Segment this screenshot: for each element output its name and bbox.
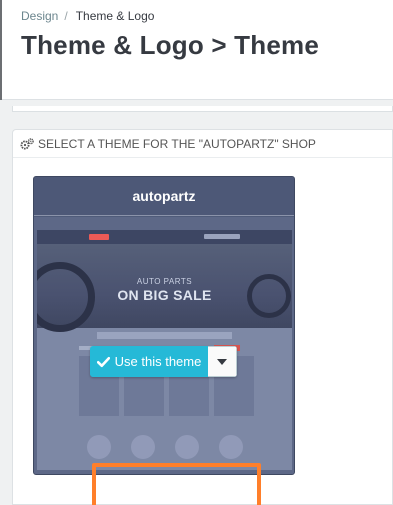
theme-selection-panel: SELECT A THEME FOR THE "AUTOPARTZ" SHOP … [12, 129, 393, 505]
breadcrumb: Design / Theme & Logo [21, 9, 154, 23]
page-header: Design / Theme & Logo Theme & Logo > Theme [0, 0, 393, 100]
preview-site-logo [89, 234, 109, 240]
preview-hero-title: ON BIG SALE [117, 287, 212, 303]
preview-product-thumbnails [87, 435, 247, 459]
preview-hero-banner: AUTO PARTS ON BIG SALE [37, 244, 292, 332]
page-title: Theme & Logo > Theme [21, 30, 319, 60]
preview-site-icons [204, 234, 240, 239]
breadcrumb-item-current: Theme & Logo [75, 9, 155, 23]
caret-down-icon [217, 358, 227, 365]
panel-heading: SELECT A THEME FOR THE "AUTOPARTZ" SHOP [13, 130, 392, 158]
use-this-theme-label: Use this theme [114, 354, 202, 369]
theme-name: autopartz [34, 177, 294, 216]
preview-hero-subtitle: AUTO PARTS [136, 277, 193, 286]
sidebar-edge [0, 0, 2, 100]
theme-options-dropdown-toggle[interactable] [208, 346, 237, 377]
breadcrumb-separator: / [64, 9, 68, 23]
preview-site-nav [37, 230, 292, 244]
use-theme-button-group: Use this theme [90, 346, 237, 377]
cogs-icon [20, 137, 34, 149]
theme-card: autopartz AUTO PARTS ON BIG SALE [33, 176, 295, 475]
use-this-theme-button[interactable]: Use this theme [90, 346, 208, 377]
highlight-outline [92, 463, 261, 505]
preview-promo-strip [97, 332, 232, 339]
check-icon [96, 356, 110, 367]
panel-heading-text: SELECT A THEME FOR THE "AUTOPARTZ" SHOP [38, 136, 316, 151]
breadcrumb-item-design[interactable]: Design [21, 9, 58, 23]
toolbar-divider [12, 106, 393, 112]
